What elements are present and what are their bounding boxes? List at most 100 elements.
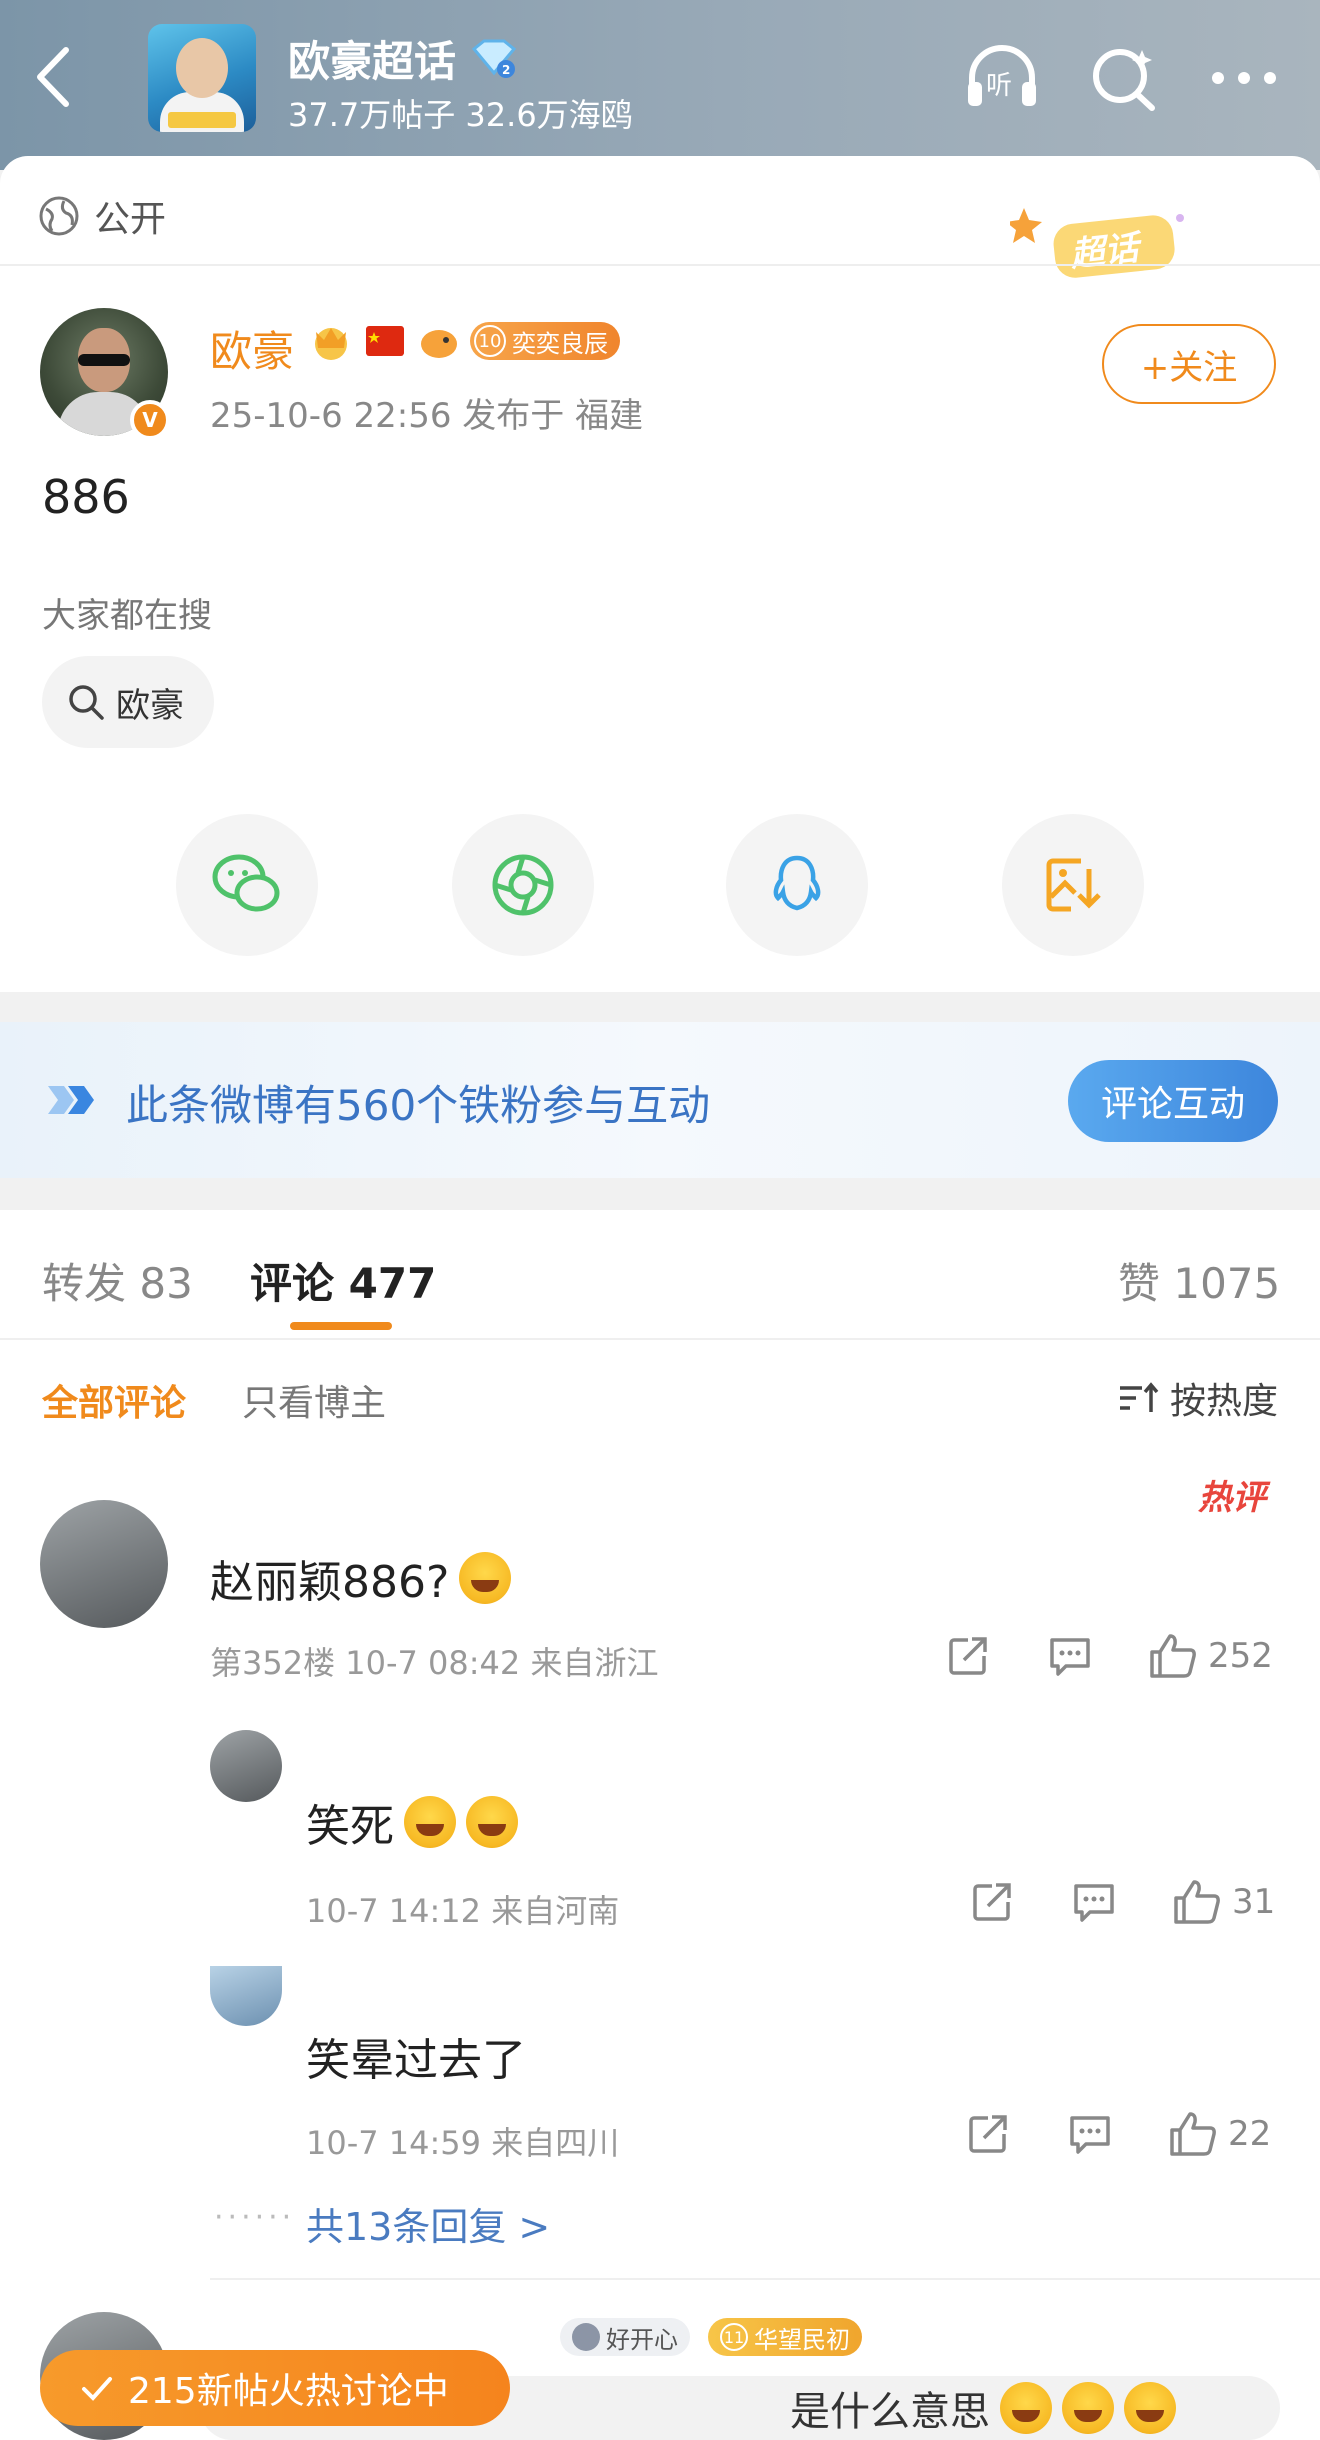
comment-bubble-icon [1050,1638,1090,1676]
post-tabs: 转发 83 评论 477 赞 1075 [0,1210,1320,1340]
verified-icon: V [130,400,170,440]
chaohua-badge-text: 超话 [1068,228,1146,276]
topic-cover-image[interactable] [148,24,256,132]
svg-text:2: 2 [502,63,510,77]
topic-title[interactable]: 欧豪超话 2 [288,28,520,89]
author-name[interactable]: 欧豪 [210,318,294,379]
tab-repost[interactable]: 转发 83 [42,1250,193,1311]
author-badges: 10 奕奕良辰 [308,318,620,364]
view-more-replies-link[interactable]: 共13条回复 > [306,2196,550,2251]
mood-badge-text: 好开心 [606,2325,678,2354]
active-tab-indicator [290,1322,392,1330]
comment-text-tail: 是什么意思 [790,2389,990,2435]
reply-like-button[interactable]: 22 [1168,2110,1271,2158]
comment-like-button[interactable]: 252 [1148,1632,1273,1680]
wechat-icon [212,854,280,912]
comment-meta: 第352楼 10-7 08:42 来自浙江 [210,1644,659,1682]
more-menu-icon[interactable] [1204,38,1284,118]
reply-like-count: 31 [1232,1882,1276,1922]
card-divider [0,264,1320,266]
share-icon [949,1637,987,1675]
trending-search-chip[interactable]: 欧豪 [42,656,214,748]
topic-stats: 37.7万帖子 32.6万海鸥 [288,96,633,134]
save-image-icon [1046,858,1101,912]
topic-header: 欧豪超话 2 37.7万帖子 32.6万海鸥 听 [0,0,1320,170]
share-icon [973,1883,1011,1921]
blush-emoji-icon [1124,2382,1176,2434]
comment-repost-button[interactable] [946,1634,990,1678]
smile-icon [572,2323,600,2351]
sort-label: 按热度 [1170,1381,1279,1422]
thumbs-up-icon [1170,2112,1216,2156]
listen-headphones-icon[interactable]: 听 [962,38,1042,118]
comment-text: 赵丽颖886? [210,1546,512,1610]
comment-text-content: 赵丽颖886? [210,1557,450,1608]
reply-text-content: 笑死 [306,1801,394,1852]
share-wechat-button[interactable] [176,814,318,956]
hot-discussion-banner[interactable]: 215新帖火热讨论中 [40,2350,510,2426]
reply-meta: 10-7 14:12 来自河南 [306,1892,620,1930]
filter-all-comments[interactable]: 全部评论 [42,1374,186,1426]
filter-author-only[interactable]: 只看博主 [242,1374,386,1426]
reply-text: 笑死 [306,1790,518,1854]
comment-bubble-icon [1074,1884,1114,1922]
replies-dots: ······ [214,2200,296,2235]
diamond-level-icon: 2 [471,39,517,78]
tab-comments[interactable]: 评论 477 [250,1250,436,1311]
comment-bubble-icon [1070,2116,1110,2154]
fan-level-number: 10 [474,325,506,357]
china-flag-icon [366,326,404,356]
reply-text: 笑晕过去了 [306,2035,526,2086]
reply-repost-button[interactable] [970,1880,1014,1924]
crown-medal-icon [315,328,347,360]
comment-divider [210,2278,1320,2280]
laugh-cry-emoji-icon [459,1552,512,1604]
globe-icon [39,196,79,236]
fan-level-badge: 10 奕奕良辰 [470,322,620,360]
post-content: 886 [42,470,130,524]
save-image-button[interactable] [1002,814,1144,956]
reply-repost-button[interactable] [966,2112,1010,2156]
check-icon [82,2377,112,2401]
back-arrow-icon[interactable] [30,42,80,112]
sort-by-hot-button[interactable]: 按热度 [1118,1372,1278,1424]
share-icon [969,2115,1007,2153]
reply-like-button[interactable]: 31 [1172,1878,1275,1926]
comment-reply-button[interactable] [1048,1634,1092,1678]
fan-level-badge: 11 华望民初 [708,2318,862,2356]
qq-icon [773,855,821,911]
laugh-cry-emoji-icon [466,1796,518,1848]
comment-like-count: 252 [1208,1636,1273,1676]
hot-comment-tag: 热评 [1198,1478,1266,1518]
comments-section: 转发 83 评论 477 赞 1075 全部评论 只看博主 按热度 [0,1210,1320,2440]
reply-meta: 10-7 14:59 来自四川 [306,2124,620,2162]
search-icon[interactable] [1084,38,1164,118]
follow-button[interactable]: +关注 [1102,324,1276,404]
reply-like-count: 22 [1228,2114,1272,2154]
iron-fan-banner: 此条微博有560个铁粉参与互动 评论互动 [0,1022,1320,1178]
sort-icon [1120,1382,1159,1412]
thumbs-up-icon [1174,1880,1220,1924]
fan-level-title: 华望民初 [754,2325,850,2354]
iron-fan-text: 此条微博有560个铁粉参与互动 [126,1081,711,1130]
visibility-label: 公开 [94,199,167,240]
comment-interact-button[interactable]: 评论互动 [1068,1060,1278,1142]
share-qq-button[interactable] [726,814,868,956]
post-card: 公开 超话 V 欧豪 10 奕奕良辰 25-10-6 22:56 发布于 福建 … [0,156,1320,992]
share-moments-button[interactable] [452,814,594,956]
reply-reply-button[interactable] [1068,2112,1112,2156]
reply-reply-button[interactable] [1072,1880,1116,1924]
moments-icon [492,854,554,916]
blush-emoji-icon [1062,2382,1114,2434]
chaohua-badge: 超话 [1010,208,1184,278]
laugh-cry-emoji-icon [404,1796,456,1848]
svg-text:听: 听 [986,71,1012,101]
reply-avatar[interactable] [210,1730,282,1802]
tab-likes[interactable]: 赞 1075 [1118,1250,1280,1311]
blush-emoji-icon [1000,2382,1052,2434]
commenter-avatar[interactable] [40,1500,168,1628]
topic-title-text: 欧豪超话 [288,37,457,86]
mood-badge: 好开心 [560,2318,690,2356]
seagull-fan-icon [421,330,457,358]
tabs-divider [0,1338,1320,1340]
